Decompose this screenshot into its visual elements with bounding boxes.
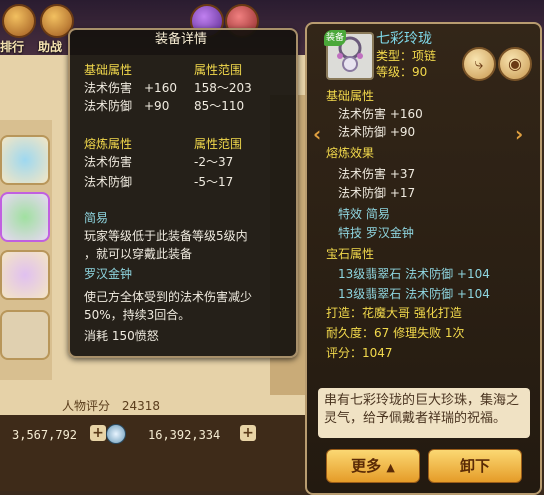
special-skill-desc: 使己方全体受到的法术伤害减少 (84, 290, 253, 304)
base-range-header: 属性范围 (194, 63, 243, 77)
item-description: 串有七彩玲珑的巨大珍珠，集海之灵气，给予佩戴者祥瑞的祝福。 (324, 393, 520, 426)
equip-slot-empty[interactable] (0, 310, 50, 360)
special-effect-desc: 玩家等级低于此装备等级5级内 (84, 229, 248, 243)
add-silver-button[interactable]: + (90, 425, 106, 441)
refine-attr-name: 法术防御 (84, 175, 133, 189)
chevron-up-icon: ▲ (386, 461, 395, 474)
base-attr-value: +160 (144, 81, 177, 95)
item-special-effect: 特效 简易 (338, 207, 390, 221)
player-score-label: 人物评分 (62, 399, 111, 413)
item-gem-header: 宝石属性 (326, 247, 375, 261)
equip-slot-weapon[interactable] (0, 192, 50, 242)
more-button[interactable]: 更多 ▲ (326, 449, 420, 483)
item-score: 评分：1047 (326, 346, 393, 360)
item-special-skill: 特技 罗汉金钟 (338, 226, 414, 240)
item-name: 七彩玲珑 (376, 31, 432, 47)
equipped-badge: 装备 (324, 30, 346, 46)
item-type: 类型：项链 (376, 49, 437, 63)
equipment-column (0, 120, 52, 380)
special-skill-desc: 50%，持续3回合。 (84, 308, 191, 322)
equip-slot-necklace[interactable] (0, 250, 50, 300)
item-base-attr: 法术防御 +90 (338, 125, 416, 139)
special-effect-desc: ，就可以穿戴此装备 (84, 247, 193, 261)
next-arrow-icon[interactable]: › (515, 122, 523, 146)
equip-slot-helmet[interactable] (0, 135, 50, 185)
view-icon[interactable]: ◉ (498, 47, 532, 81)
add-gold-button[interactable]: + (240, 425, 256, 441)
refine-attr-name: 法术伤害 (84, 155, 133, 169)
special-effect-name: 简易 (84, 211, 109, 225)
unequip-button[interactable]: 卸下 (428, 449, 522, 483)
refine-range-header: 属性范围 (194, 137, 243, 151)
player-score-value: 24318 (121, 399, 161, 413)
base-attr-range: 158～203 (194, 81, 252, 95)
base-attr-header: 基础属性 (84, 63, 133, 77)
item-gem: 13级翡翠石 法术防御 +104 (338, 267, 490, 281)
currency-gold: 16,392,334 (148, 428, 221, 442)
item-level: 等级：90 (376, 65, 428, 79)
coin-icon (106, 424, 126, 444)
base-attr-range: 85～110 (194, 99, 245, 113)
item-refine-attr: 法术防御 +17 (338, 186, 416, 200)
refine-attr-header: 熔炼属性 (84, 137, 133, 151)
refine-attr-range: -2～37 (194, 155, 234, 169)
item-refine-header: 熔炼效果 (326, 146, 375, 160)
assist-label: 助战 (38, 40, 63, 54)
item-durability: 耐久度：67 修理失败 1次 (326, 326, 465, 340)
item-base-attr: 法术伤害 +160 (338, 107, 423, 121)
refine-attr-range: -5～17 (194, 175, 234, 189)
item-maker: 打造：花魔大哥 强化打造 (326, 306, 462, 320)
currency-silver: 3,567,792 (12, 428, 78, 442)
special-skill-cost: 消耗 150愤怒 (84, 329, 159, 343)
ranking-label: 排行 (0, 40, 25, 54)
share-icon[interactable]: ⤷ (462, 47, 496, 81)
base-attr-name: 法术伤害 (84, 81, 133, 95)
tooltip-title: 装备详情 (154, 32, 207, 47)
ranking-icon[interactable] (2, 4, 36, 38)
player-score: 人物评分 24318 (62, 397, 160, 414)
prev-arrow-icon[interactable]: ‹ (313, 122, 321, 146)
more-button-label: 更多 (351, 457, 382, 475)
base-attr-value: +90 (144, 99, 170, 113)
item-gem: 13级翡翠石 法术防御 +104 (338, 287, 490, 301)
item-base-header: 基础属性 (326, 89, 375, 103)
base-attr-name: 法术防御 (84, 99, 133, 113)
item-refine-attr: 法术伤害 +37 (338, 167, 416, 181)
special-skill-name: 罗汉金钟 (84, 267, 133, 281)
